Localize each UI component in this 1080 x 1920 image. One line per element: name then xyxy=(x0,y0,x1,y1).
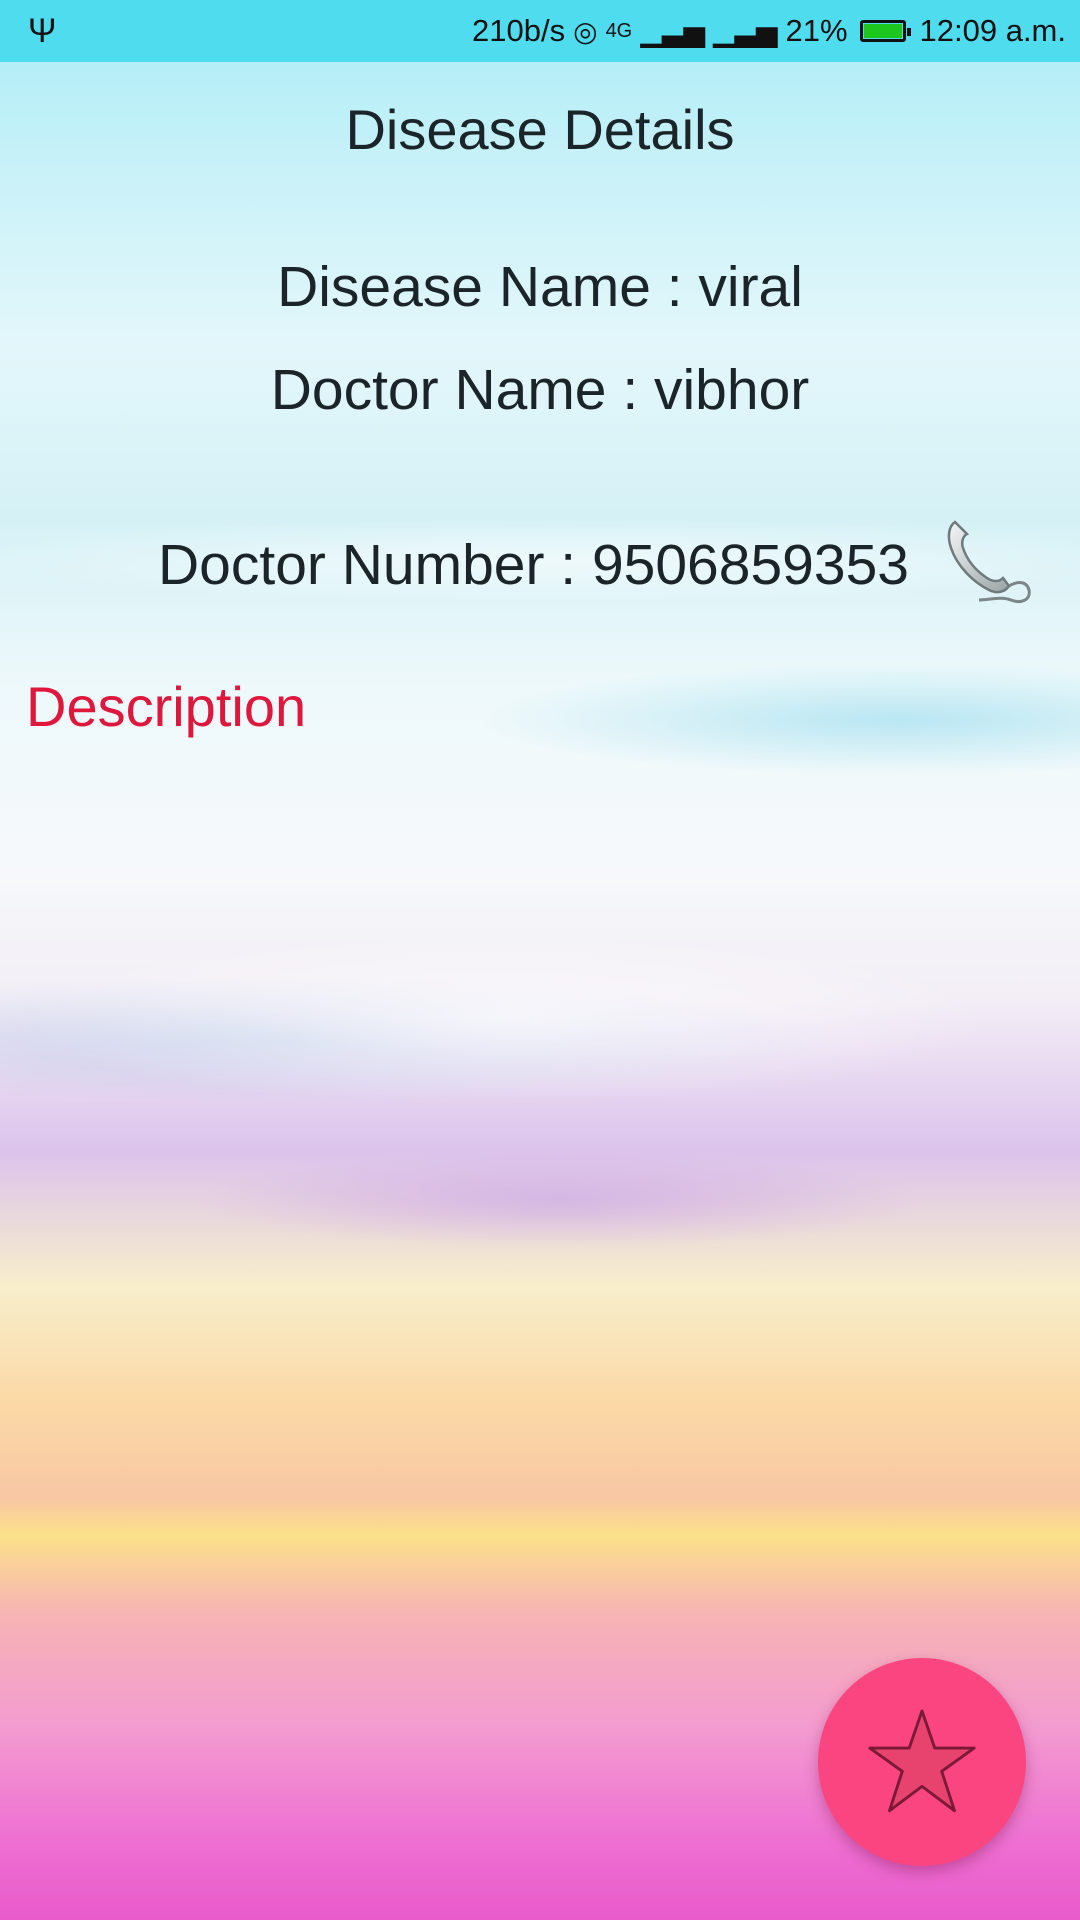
status-right: 210b/s ◎ 4G ▁▃▅ ▁▃▅ 21% 12:09 a.m. xyxy=(472,0,1066,62)
doctor-number-row: Doctor Number : 9506859353 xyxy=(0,520,1080,610)
phone-handset-icon[interactable] xyxy=(945,508,1035,608)
doctor-name: Doctor Name : vibhor xyxy=(270,358,810,422)
signal-icon-2: ▁▃▅ xyxy=(712,15,778,47)
net-speed: 210b/s xyxy=(472,13,566,48)
usb-icon: Ψ xyxy=(28,12,57,50)
battery-fill xyxy=(863,24,902,38)
hotspot-icon: ◎ xyxy=(573,15,598,47)
description-label: Description xyxy=(26,675,307,738)
page-title: Disease Details xyxy=(345,98,735,161)
network-type: 4G xyxy=(605,19,633,42)
battery-percent: 21% xyxy=(785,13,848,48)
favorite-fab[interactable] xyxy=(818,1658,1026,1866)
doctor-number: Doctor Number : 9506859353 xyxy=(158,533,909,597)
status-bar: Ψ 210b/s ◎ 4G ▁▃▅ ▁▃▅ 21% 12:09 a.m. xyxy=(0,0,1080,62)
clock: 12:09 a.m. xyxy=(919,13,1066,48)
battery-icon xyxy=(859,20,911,42)
star-icon xyxy=(868,1709,976,1813)
disease-name: Disease Name : viral xyxy=(277,255,803,319)
signal-icon: ▁▃▅ xyxy=(640,15,705,47)
phone-handset-graphic xyxy=(947,520,1031,604)
